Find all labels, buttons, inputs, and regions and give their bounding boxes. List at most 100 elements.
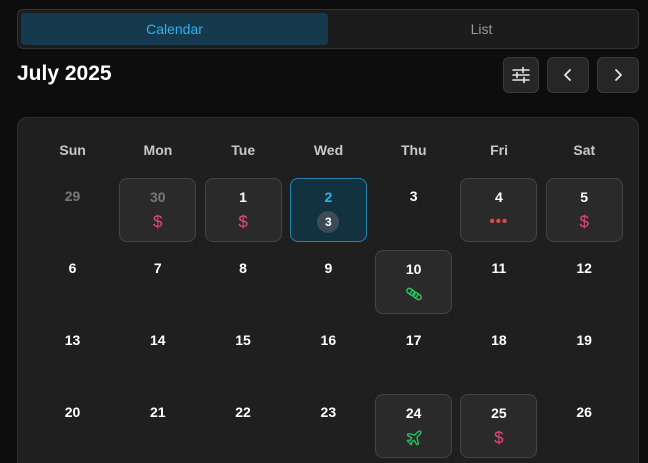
calendar-day-cell[interactable]: 3 (371, 178, 456, 250)
calendar-day[interactable]: 5 $ (545, 178, 623, 242)
day-number: 26 (576, 404, 592, 420)
calendar-day-cell[interactable]: 15 (201, 322, 286, 394)
day-number: 13 (64, 332, 81, 348)
day-number: 12 (576, 260, 592, 276)
calendar-day-cell[interactable]: 10 (371, 250, 456, 322)
dollar-icon: $ (238, 212, 248, 231)
calendar-day[interactable]: 8 (205, 250, 282, 314)
day-number: 17 (405, 332, 422, 348)
calendar-day[interactable]: 14 (119, 322, 196, 386)
calendar-day[interactable]: 30 $ (119, 178, 197, 242)
day-number: 10 (405, 261, 422, 277)
calendar-day[interactable]: 22 (205, 394, 282, 458)
calendar-day-cell[interactable]: 6 (30, 250, 115, 322)
calendar-day-cell[interactable]: 24 (371, 394, 456, 463)
weekday-label: Wed (313, 142, 344, 158)
next-month-button[interactable] (597, 57, 639, 93)
day-number: 29 (64, 188, 81, 204)
day-number: 19 (576, 332, 592, 348)
calendar-day-cell[interactable]: 25 $ (456, 394, 541, 463)
calendar-day-cell[interactable]: 30 $ (115, 178, 200, 250)
calendar-day[interactable]: 9 (290, 250, 367, 314)
calendar-day[interactable]: 23 (290, 394, 367, 458)
sliders-icon (512, 66, 530, 84)
calendar-day-cell[interactable]: 12 (542, 250, 627, 322)
prev-month-button[interactable] (547, 57, 589, 93)
calendar-day[interactable]: 25 $ (460, 394, 538, 458)
month-title: July 2025 (17, 62, 112, 85)
event-count-badge-wrap: 3 (317, 211, 340, 233)
day-number: 30 (149, 189, 166, 205)
calendar-day[interactable]: 11 (460, 250, 537, 314)
calendar-day[interactable]: 18 (460, 322, 537, 386)
calendar-day-cell[interactable]: 5 $ (542, 178, 627, 250)
calendar-day-cell[interactable]: 11 (456, 250, 541, 322)
calendar-day[interactable]: 7 (119, 250, 196, 314)
calendar-day-cell[interactable]: 19 (542, 322, 627, 394)
dollar-icon: $ (494, 428, 504, 447)
calendar-day-cell[interactable]: 14 (115, 322, 200, 394)
day-number: 20 (64, 404, 81, 420)
day-number: 2 (324, 189, 333, 205)
calendar-day[interactable]: 15 (205, 322, 282, 386)
day-number: 3 (409, 188, 418, 204)
calendar-day[interactable]: 29 (34, 178, 111, 242)
weekday-label: Sat (573, 142, 596, 158)
calendar-day-cell[interactable]: 8 (201, 250, 286, 322)
calendar-day-cell[interactable]: 29 (30, 178, 115, 250)
more-dots-icon: ••• (489, 213, 509, 230)
calendar-day[interactable]: 21 (119, 394, 196, 458)
calendar-day-cell[interactable]: 16 (286, 322, 371, 394)
calendar-day[interactable]: 17 (375, 322, 452, 386)
calendar-day[interactable]: 20 (34, 394, 111, 458)
calendar-day-cell[interactable]: 13 (30, 322, 115, 394)
event-count-badge: 3 (317, 211, 340, 233)
calendar-week-row: 29 30 $1 $2 3 3 4 ••• 5 $ (30, 178, 627, 250)
day-number: 5 (580, 189, 589, 205)
tab-list[interactable]: List (328, 13, 635, 45)
calendar-day[interactable]: 6 (34, 250, 111, 314)
day-number: 1 (239, 189, 247, 205)
tab-calendar[interactable]: Calendar (21, 13, 328, 45)
plane-icon (405, 428, 423, 448)
calendar-day[interactable]: 16 (290, 322, 367, 386)
calendar-day-cell[interactable]: 23 (286, 394, 371, 463)
calendar-day-cell[interactable]: 22 (201, 394, 286, 463)
weekday-label: Sun (59, 142, 86, 158)
view-tabs: Calendar List (17, 9, 639, 49)
dollar-icon: $ (579, 212, 589, 231)
calendar-day[interactable]: 13 (34, 322, 111, 386)
calendar-day[interactable]: 10 (375, 250, 453, 314)
weekday-header: Sun Mon Tue Wed Thu Fri Sat (30, 142, 627, 158)
calendar-day-cell[interactable]: 17 (371, 322, 456, 394)
calendar-day[interactable]: 26 (546, 394, 623, 458)
calendar-day-today[interactable]: 23 (289, 178, 367, 242)
calendar-day[interactable]: 3 (375, 178, 452, 242)
calendar-day[interactable]: 1 $ (204, 178, 282, 242)
calendar-day[interactable]: 12 (546, 250, 623, 314)
calendar-day-cell[interactable]: 23 (286, 178, 371, 250)
day-number: 16 (320, 332, 337, 348)
calendar-day-cell[interactable]: 20 (30, 394, 115, 463)
filter-button[interactable] (503, 57, 539, 93)
calendar-day[interactable]: 24 (375, 394, 453, 458)
dollar-icon: $ (153, 212, 163, 231)
calendar-day-cell[interactable]: 26 (542, 394, 627, 463)
calendar-day-cell[interactable]: 21 (115, 394, 200, 463)
weekday-label: Fri (490, 142, 508, 158)
chevron-right-icon (615, 69, 622, 81)
day-number: 23 (320, 404, 337, 420)
calendar-panel: Sun Mon Tue Wed Thu Fri Sat 29 30 $1 $2 3 3 4 •… (17, 117, 639, 463)
day-number: 11 (491, 260, 507, 276)
day-number: 25 (491, 405, 507, 421)
calendar-week-row: 13 14 15 16 17 18 19 (30, 322, 627, 394)
calendar-day-cell[interactable]: 9 (286, 250, 371, 322)
calendar-day-cell[interactable]: 1 $ (201, 178, 286, 250)
calendar-day-cell[interactable]: 18 (456, 322, 541, 394)
calendar-day[interactable]: 4 ••• (460, 178, 538, 242)
calendar-day-cell[interactable]: 4 ••• (456, 178, 541, 250)
day-number: 6 (68, 260, 77, 276)
day-number: 8 (239, 260, 247, 276)
calendar-day-cell[interactable]: 7 (115, 250, 200, 322)
calendar-day[interactable]: 19 (546, 322, 623, 386)
